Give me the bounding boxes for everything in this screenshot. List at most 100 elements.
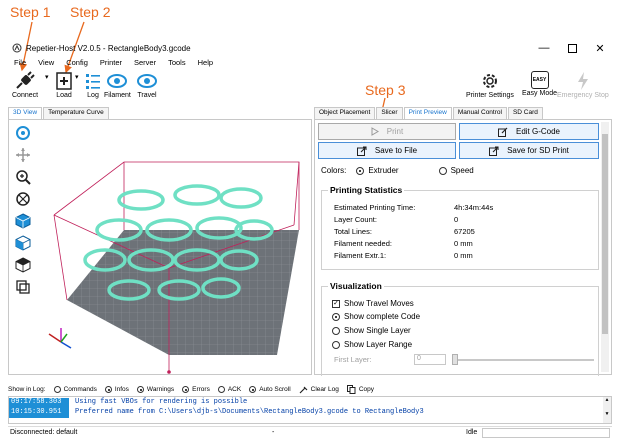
save-for-sd-button[interactable]: Save for SD Print	[459, 142, 599, 159]
show-travel-label: Show Travel Moves	[344, 299, 414, 308]
filter-ack[interactable]: ACK	[217, 385, 241, 393]
fit-view-button[interactable]	[14, 188, 32, 210]
app-logo-icon	[12, 43, 22, 53]
broom-icon	[299, 386, 308, 393]
printer-settings-button[interactable]: Printer Settings	[466, 71, 514, 99]
log-time: 09:17:58.303	[9, 398, 69, 408]
show-travel-row: ✓ Show Travel Moves	[332, 299, 414, 308]
warnings-toggle[interactable]	[136, 385, 144, 393]
save-to-file-label: Save to File	[374, 146, 418, 155]
first-layer-slider-thumb[interactable]	[452, 354, 458, 365]
menu-tools[interactable]: Tools	[162, 58, 192, 70]
visualization-group: Visualization ✓ Show Travel Moves Show c…	[321, 281, 599, 376]
stat-label: Estimated Printing Time:	[334, 203, 416, 212]
cube-icon	[15, 235, 31, 251]
edit-gcode-label: Edit G-Code	[515, 127, 561, 136]
chevron-down-icon: ▾	[75, 74, 79, 81]
menu-help[interactable]: Help	[192, 58, 219, 70]
stat-label: Filament Extr.1:	[334, 251, 387, 260]
log-time: 10:15:30.951	[9, 408, 69, 418]
menu-config[interactable]: Config	[60, 58, 94, 70]
eye-icon	[107, 74, 128, 88]
show-travel-checkbox[interactable]: ✓	[332, 299, 340, 308]
show-complete-radio[interactable]	[332, 312, 340, 321]
tab-temperature-curve[interactable]: Temperature Curve	[43, 107, 109, 119]
travel-button[interactable]: Travel	[136, 71, 158, 99]
front-view-button[interactable]	[14, 232, 32, 254]
show-range-row: Show Layer Range	[332, 340, 412, 349]
auto-scroll-radio[interactable]	[249, 385, 257, 393]
plug-icon	[16, 71, 35, 89]
log-list-icon	[86, 74, 100, 89]
tab-object-placement[interactable]: Object Placement	[314, 107, 376, 119]
menu-server[interactable]: Server	[128, 58, 162, 70]
copy-button[interactable]: Copy	[346, 384, 375, 394]
warnings-label: Warnings	[146, 385, 175, 393]
show-range-label: Show Layer Range	[344, 340, 413, 349]
save-to-file-button[interactable]: Save to File	[318, 142, 456, 159]
close-icon: ✕	[595, 42, 605, 55]
clear-log-button[interactable]: Clear Log	[299, 385, 339, 394]
load-button[interactable]: Load	[54, 71, 74, 99]
tab-print-preview[interactable]: Print Preview	[403, 107, 452, 119]
infos-label: Infos	[114, 385, 129, 393]
easy-mode-button[interactable]: EASY Easy Mode	[522, 71, 557, 97]
minimize-icon: —	[538, 42, 550, 54]
printbed-render	[48, 161, 300, 374]
top-view-button[interactable]	[14, 254, 32, 276]
log-output[interactable]: 09:17:58.303 Using fast VBOs for renderi…	[8, 396, 612, 424]
first-layer-slider-track[interactable]	[452, 359, 594, 361]
first-layer-input[interactable]: 0	[414, 354, 446, 365]
edit-gcode-button[interactable]: Edit G-Code	[459, 123, 599, 140]
log-scrollbar[interactable]: ▲ ▼	[603, 397, 611, 423]
show-single-radio[interactable]	[332, 326, 340, 335]
zoom-view-button[interactable]	[14, 166, 32, 188]
first-layer-label: First Layer:	[334, 355, 372, 364]
speed-radio[interactable]	[438, 166, 447, 175]
infos-toggle[interactable]	[104, 385, 112, 393]
filter-infos[interactable]: Infos	[104, 385, 129, 393]
filter-commands[interactable]: Commands	[53, 385, 97, 393]
menu-view[interactable]: View	[32, 58, 60, 70]
menu-printer[interactable]: Printer	[94, 58, 128, 70]
parallel-view-button[interactable]	[14, 276, 32, 298]
print-label: Print	[386, 127, 404, 136]
tab-slicer[interactable]: Slicer	[376, 107, 403, 119]
copy-label: Copy	[358, 385, 375, 393]
rotate-view-button[interactable]	[14, 122, 32, 144]
maximize-button[interactable]	[558, 40, 586, 56]
layers-icon	[16, 280, 30, 294]
menu-file[interactable]: File	[8, 58, 32, 70]
auto-scroll-toggle[interactable]: Auto Scroll	[249, 385, 291, 393]
load-dropdown[interactable]: ▾	[75, 73, 79, 81]
preview-scrollbar[interactable]	[601, 122, 609, 372]
3d-viewport[interactable]	[8, 119, 312, 375]
tab-sd-card[interactable]: SD Card	[507, 107, 543, 119]
filter-errors[interactable]: Errors	[182, 385, 210, 393]
ack-toggle[interactable]	[217, 385, 225, 393]
iso-view-button[interactable]	[14, 210, 32, 232]
lightning-icon	[577, 72, 588, 90]
tab-3d-view[interactable]: 3D View	[8, 107, 43, 119]
emergency-stop-button[interactable]: Emergency Stop	[557, 71, 609, 99]
errors-toggle[interactable]	[182, 385, 190, 393]
filament-button[interactable]: Filament	[104, 71, 131, 99]
minimize-button[interactable]: —	[530, 40, 558, 56]
errors-label: Errors	[192, 385, 210, 393]
show-single-label: Show Single Layer	[344, 326, 411, 335]
connect-dropdown[interactable]: ▾	[45, 73, 49, 81]
extruder-radio[interactable]	[356, 166, 365, 175]
filter-warnings[interactable]: Warnings	[136, 385, 175, 393]
print-button[interactable]: Print	[318, 123, 456, 140]
zoom-icon	[16, 170, 31, 185]
show-range-radio[interactable]	[332, 340, 340, 349]
right-tab-bar: Object Placement Slicer Print Preview Ma…	[314, 107, 544, 119]
auto-scroll-label: Auto Scroll	[259, 385, 291, 393]
log-button[interactable]: Log	[84, 71, 102, 99]
move-view-button[interactable]	[14, 144, 32, 166]
commands-toggle[interactable]	[53, 385, 61, 393]
connect-button[interactable]: Connect	[12, 71, 38, 99]
scrollbar-thumb[interactable]	[602, 134, 608, 334]
close-button[interactable]: ✕	[586, 40, 614, 56]
tab-manual-control[interactable]: Manual Control	[452, 107, 507, 119]
